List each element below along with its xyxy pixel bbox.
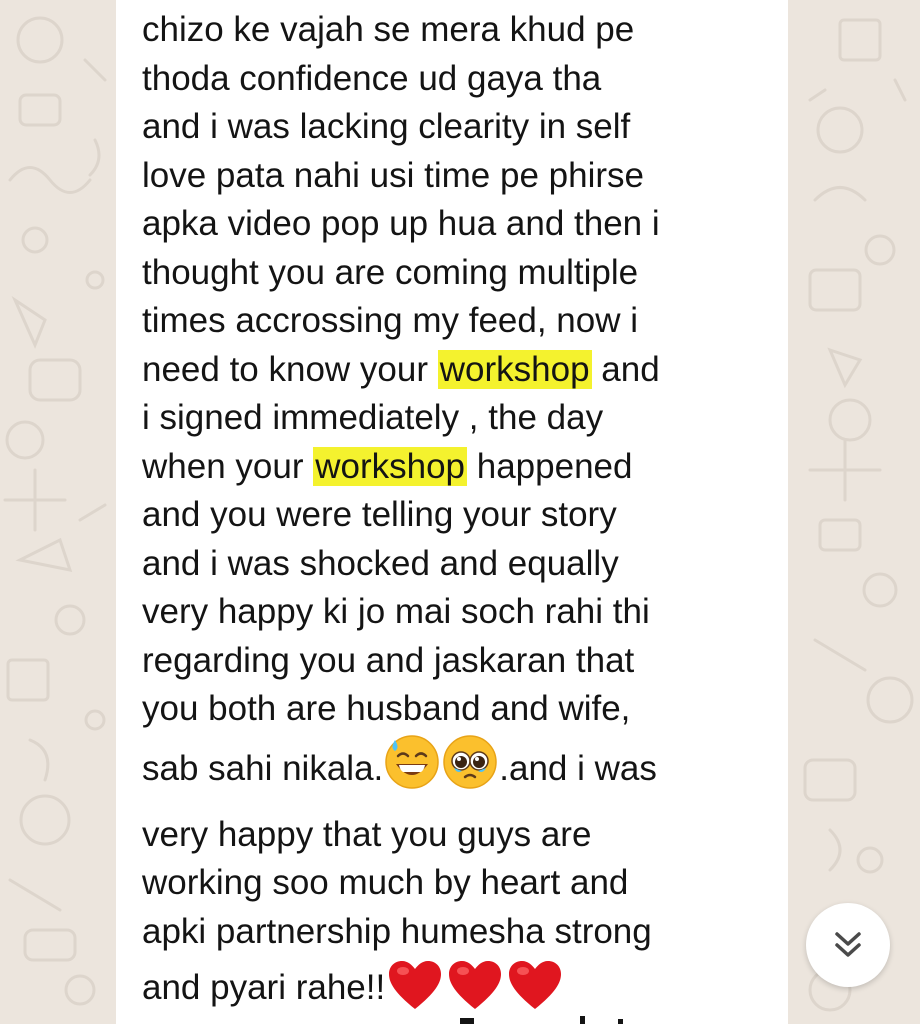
text-segment: need to know your [142,349,438,389]
message-line: and you were telling your story [142,495,617,534]
text-segment: .and i was [499,748,657,788]
message-line: very happy ki jo mai soch rahi thi [142,592,650,631]
text-segment: and [591,349,660,389]
message-line: sab sahi nikala. .and i was [142,734,782,811]
text-segment: happened [467,446,633,486]
red-heart-emoji [387,959,443,1024]
double-chevron-down-icon [835,932,861,957]
message-line: regarding you and jaskaran that [142,640,635,680]
message-text: chizo ke vajah se mera khud pe thoda con… [142,6,782,1024]
red-heart-emoji [447,959,503,1024]
message-line: and i was shocked and equally [142,543,619,583]
message-line: you both are husband and wife, [142,689,631,728]
scroll-to-bottom-button[interactable] [806,903,890,987]
grinning-sweat-emoji [384,734,440,811]
message-line: and i was lacking clearity in self [142,107,631,146]
message-line: need to know your workshop and [142,346,782,395]
red-heart-emoji [507,959,563,1024]
message-line: working soo much by heart and [142,863,629,902]
message-line: when your workshop happened [142,443,782,492]
message-line: very happy that you guys are [142,814,592,854]
message-line: apki partnership humesha strong [142,911,652,951]
message-line: and pyari rahe!! [142,956,782,1024]
message-line: i signed immediately , the day [142,398,604,437]
message-line: times accrossing my feed, now i [142,301,639,340]
text-segment: and pyari rahe!! [142,968,386,1007]
search-highlight: workshop [313,446,468,486]
message-line: thoda confidence ud gaya tha [142,58,602,98]
text-segment: when your [142,446,314,486]
message-line: thought you are coming multiple [142,252,639,292]
pleading-face-emoji [442,734,498,811]
text-segment: sab sahi nikala. [142,748,384,788]
message-line: chizo ke vajah se mera khud pe [142,10,635,49]
message-line: love pata nahi usi time pe phirse [142,155,644,195]
message-line: apka video pop up hua and then i [142,204,660,243]
search-highlight: workshop [437,349,592,389]
cut-off-text [460,1016,623,1024]
